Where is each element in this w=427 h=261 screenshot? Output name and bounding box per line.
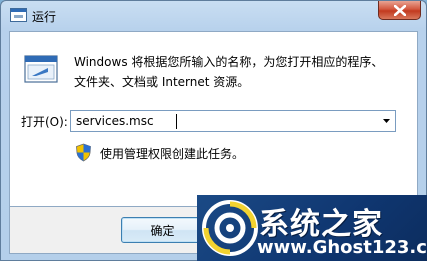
command-input[interactable]: services.msc: [76, 114, 154, 128]
dropdown-button[interactable]: [378, 111, 395, 131]
close-button[interactable]: [378, 1, 421, 20]
window-title: 运行: [32, 10, 57, 24]
ok-button[interactable]: 确定: [121, 217, 204, 243]
site-watermark: 系统之家 www.Ghost123.com: [197, 195, 427, 261]
title-bar[interactable]: 运行: [1, 1, 426, 31]
run-program-icon: [24, 55, 58, 83]
watermark-url: www.Ghost123.com: [257, 237, 427, 258]
chevron-down-icon: [383, 119, 390, 123]
dialog-body: Windows 将根据您所输入的名称，为您打开相应的程序、 文件夹、文档或 In…: [9, 31, 418, 207]
description-text: Windows 将根据您所输入的名称，为您打开相应的程序、 文件夹、文档或 In…: [74, 55, 384, 89]
open-label: 打开(O):: [21, 115, 68, 129]
command-combobox[interactable]: services.msc: [70, 110, 396, 132]
watermark-logo-icon: [202, 200, 258, 256]
admin-note: 使用管理权限创建此任务。: [100, 147, 245, 161]
close-icon: [393, 4, 406, 17]
run-window-icon: [10, 8, 27, 22]
text-caret: [176, 114, 177, 129]
uac-shield-icon: [76, 143, 91, 162]
